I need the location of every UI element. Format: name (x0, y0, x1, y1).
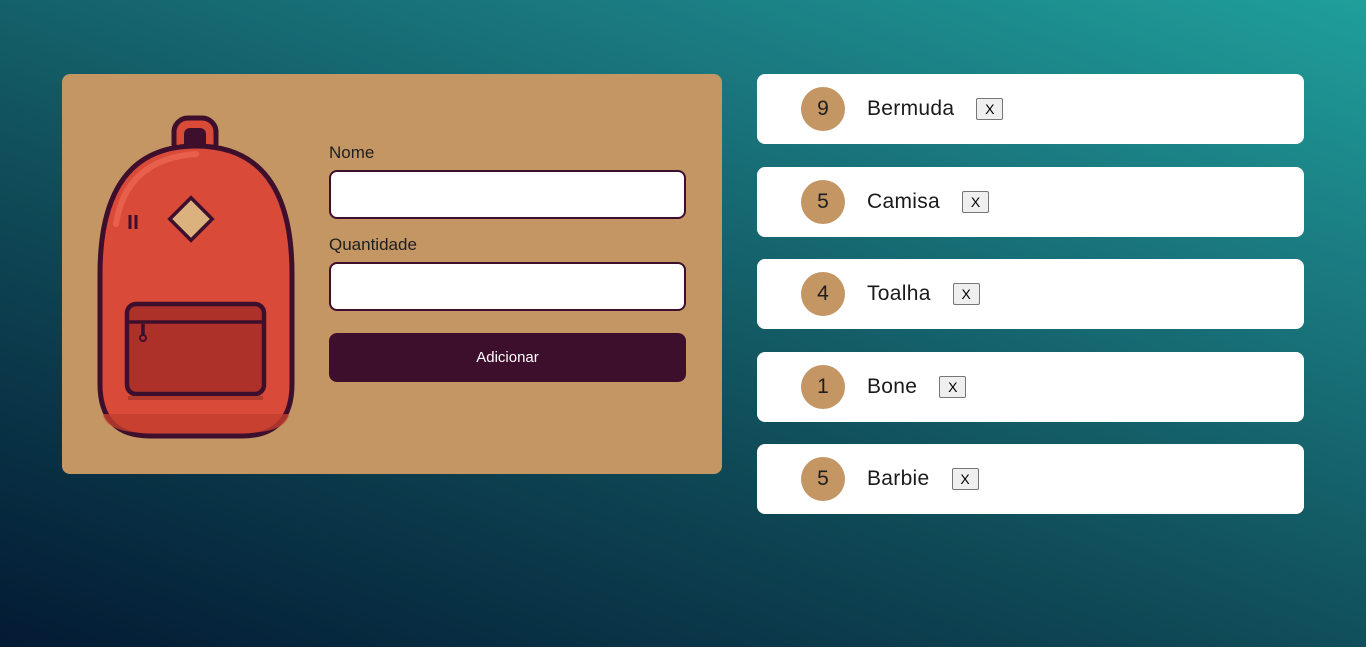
add-button[interactable]: Adicionar (329, 333, 686, 382)
item-list: 9 Bermuda X 5 Camisa X 4 Toalha X 1 Bone… (757, 74, 1304, 537)
name-label: Nome (329, 143, 375, 162)
item-name: Toalha (867, 282, 931, 305)
quantity-badge: 1 (801, 364, 845, 409)
item-name: Camisa (867, 189, 940, 213)
remove-item-button[interactable]: X (939, 375, 967, 398)
remove-item-button[interactable]: X (961, 190, 989, 213)
list-item: 5 Barbie X (757, 444, 1304, 514)
quantity-badge: 4 (801, 272, 845, 316)
add-item-form-card: Nome Quantidade Adicionar (62, 74, 722, 474)
item-name: Bermuda (867, 97, 955, 120)
quantity-input[interactable] (329, 262, 686, 311)
list-item: 5 Camisa X (757, 166, 1304, 237)
quantity-badge: 5 (801, 457, 845, 501)
list-item: 4 Toalha X (757, 259, 1304, 329)
remove-item-button[interactable]: X (951, 468, 979, 490)
remove-item-button[interactable]: X (976, 98, 1004, 120)
quantity-badge: 5 (801, 179, 845, 224)
backpack-icon (97, 115, 295, 439)
item-name: Barbie (867, 467, 930, 490)
name-input[interactable] (329, 170, 686, 219)
list-item: 1 Bone X (757, 351, 1304, 422)
remove-item-button[interactable]: X (952, 283, 980, 305)
list-item: 9 Bermuda X (757, 74, 1304, 144)
quantity-label: Quantidade (329, 235, 417, 254)
quantity-badge: 9 (801, 87, 845, 131)
item-name: Bone (867, 374, 918, 398)
item-form: Nome Quantidade Adicionar (329, 144, 686, 382)
